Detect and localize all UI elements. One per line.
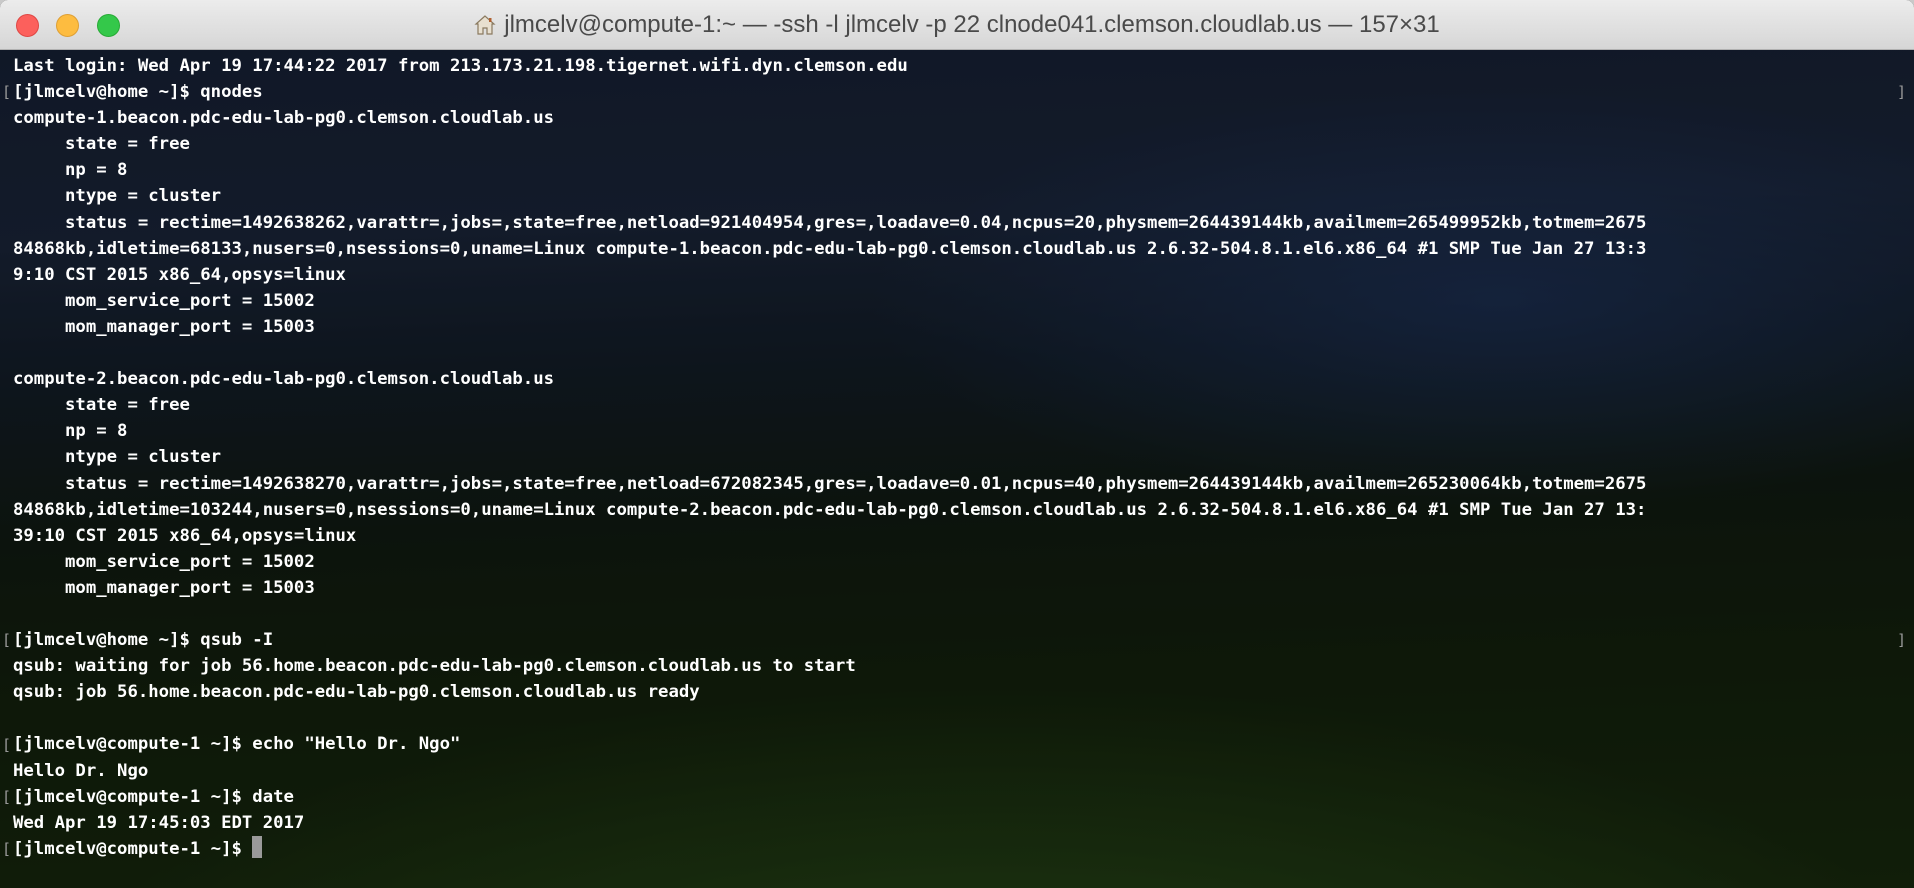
terminal-line-text: state = free <box>13 395 190 416</box>
terminal-line: mom_service_port = 15002 <box>13 549 1903 575</box>
terminal-line-text: compute-1.beacon.pdc-edu-lab-pg0.clemson… <box>13 108 555 129</box>
terminal-line-text: qsub: job 56.home.beacon.pdc-edu-lab-pg0… <box>13 682 700 703</box>
title-bar[interactable]: jlmcelv@compute-1:~ — -ssh -l jlmcelv -p… <box>0 0 1914 50</box>
terminal-line: 84868kb,idletime=68133,nusers=0,nsession… <box>13 236 1903 262</box>
terminal-line: ntype = cluster <box>13 183 1903 209</box>
terminal-line: 39:10 CST 2015 x86_64,opsys=linux <box>13 523 1903 549</box>
terminal-line: np = 8 <box>13 157 1903 183</box>
terminal-line: [jlmcelv@compute-1 ~]$ echo "Hello Dr. N… <box>13 731 1903 757</box>
window-title: jlmcelv@compute-1:~ — -ssh -l jlmcelv -p… <box>504 11 1440 38</box>
terminal-line-text: Wed Apr 19 17:45:03 EDT 2017 <box>13 812 305 833</box>
terminal-line: mom_manager_port = 15003 <box>13 575 1903 601</box>
terminal-line-text: Hello Dr. Ngo <box>13 760 149 781</box>
terminal-line: mom_service_port = 15002 <box>13 288 1903 314</box>
terminal-line-text: 84868kb,idletime=103244,nusers=0,nsessio… <box>13 499 1647 520</box>
terminal-line-text: 9:10 CST 2015 x86_64,opsys=linux <box>13 264 346 285</box>
terminal-line-text: ntype = cluster <box>13 447 222 468</box>
prompt-mark-left: [ <box>2 631 12 650</box>
terminal-line: status = rectime=1492638270,varattr=,job… <box>13 471 1903 497</box>
terminal-line: compute-1.beacon.pdc-edu-lab-pg0.clemson… <box>13 105 1903 131</box>
terminal-line: status = rectime=1492638262,varattr=,job… <box>13 210 1903 236</box>
terminal-line-text: state = free <box>13 134 190 155</box>
terminal-line-text: [jlmcelv@compute-1 ~]$ <box>13 838 253 859</box>
prompt-mark-left: [ <box>2 840 12 858</box>
terminal-line-text: [jlmcelv@home ~]$ qnodes <box>13 82 263 103</box>
terminal-line-text: Last login: Wed Apr 19 17:44:22 2017 fro… <box>13 56 908 76</box>
terminal-line: Last login: Wed Apr 19 17:44:22 2017 fro… <box>13 53 1903 79</box>
terminal-line-text: [jlmcelv@compute-1 ~]$ date <box>13 786 294 807</box>
terminal-content[interactable]: Last login: Wed Apr 19 17:44:22 2017 fro… <box>0 50 1914 888</box>
terminal-line-text: mom_service_port = 15002 <box>13 290 315 311</box>
terminal-line-text: compute-2.beacon.pdc-edu-lab-pg0.clemson… <box>13 369 555 390</box>
terminal-line-text: mom_manager_port = 15003 <box>13 316 315 337</box>
terminal-line-text: mom_service_port = 15002 <box>13 551 315 572</box>
terminal-line: state = free <box>13 131 1903 157</box>
terminal-line: [jlmcelv@compute-1 ~]$ <box>13 835 1903 862</box>
terminal-line: [jlmcelv@home ~]$ qsub -I <box>13 627 1903 653</box>
terminal-line-text: 39:10 CST 2015 x86_64,opsys=linux <box>13 525 357 546</box>
terminal-line: np = 8 <box>13 418 1903 444</box>
terminal-line: [jlmcelv@home ~]$ qnodes <box>13 79 1903 105</box>
terminal-line-text: mom_manager_port = 15003 <box>13 577 315 598</box>
terminal-line: Hello Dr. Ngo <box>13 758 1903 784</box>
prompt-mark-right: ] <box>1896 631 1906 650</box>
terminal-line: ntype = cluster <box>13 444 1903 470</box>
terminal-line: Wed Apr 19 17:45:03 EDT 2017 <box>13 810 1903 836</box>
terminal-line-text: [jlmcelv@home ~]$ qsub -I <box>13 630 274 651</box>
terminal-line: mom_manager_port = 15003 <box>13 314 1903 340</box>
house-icon <box>474 15 496 35</box>
terminal-line-text: ntype = cluster <box>13 186 222 207</box>
prompt-mark-left: [ <box>2 83 12 102</box>
terminal-line-text: status = rectime=1492638262,varattr=,job… <box>13 212 1647 233</box>
text-cursor <box>252 835 263 858</box>
terminal-line: state = free <box>13 392 1903 418</box>
terminal-line-text: 84868kb,idletime=68133,nusers=0,nsession… <box>13 238 1647 259</box>
prompt-mark-left: [ <box>2 787 12 806</box>
terminal-line-text: qsub: waiting for job 56.home.beacon.pdc… <box>13 656 856 677</box>
terminal-line: [jlmcelv@compute-1 ~]$ date <box>13 784 1903 810</box>
terminal-line-text: np = 8 <box>13 160 128 181</box>
prompt-mark-left: [ <box>2 735 12 754</box>
terminal-output: Last login: Wed Apr 19 17:44:22 2017 fro… <box>13 53 1903 862</box>
terminal-line: 9:10 CST 2015 x86_64,opsys=linux <box>13 262 1903 288</box>
terminal-window: jlmcelv@compute-1:~ — -ssh -l jlmcelv -p… <box>0 0 1914 888</box>
terminal-line-text: np = 8 <box>13 421 128 442</box>
terminal-line-text: status = rectime=1492638270,varattr=,job… <box>13 473 1647 494</box>
title-wrap: jlmcelv@compute-1:~ — -ssh -l jlmcelv -p… <box>0 0 1914 50</box>
prompt-mark-right: ] <box>1896 83 1906 102</box>
terminal-line: qsub: job 56.home.beacon.pdc-edu-lab-pg0… <box>13 679 1903 705</box>
terminal-line: compute-2.beacon.pdc-edu-lab-pg0.clemson… <box>13 366 1903 392</box>
terminal-line: 84868kb,idletime=103244,nusers=0,nsessio… <box>13 497 1903 523</box>
terminal-line-text: [jlmcelv@compute-1 ~]$ echo "Hello Dr. N… <box>13 734 461 755</box>
terminal-line: qsub: waiting for job 56.home.beacon.pdc… <box>13 653 1903 679</box>
